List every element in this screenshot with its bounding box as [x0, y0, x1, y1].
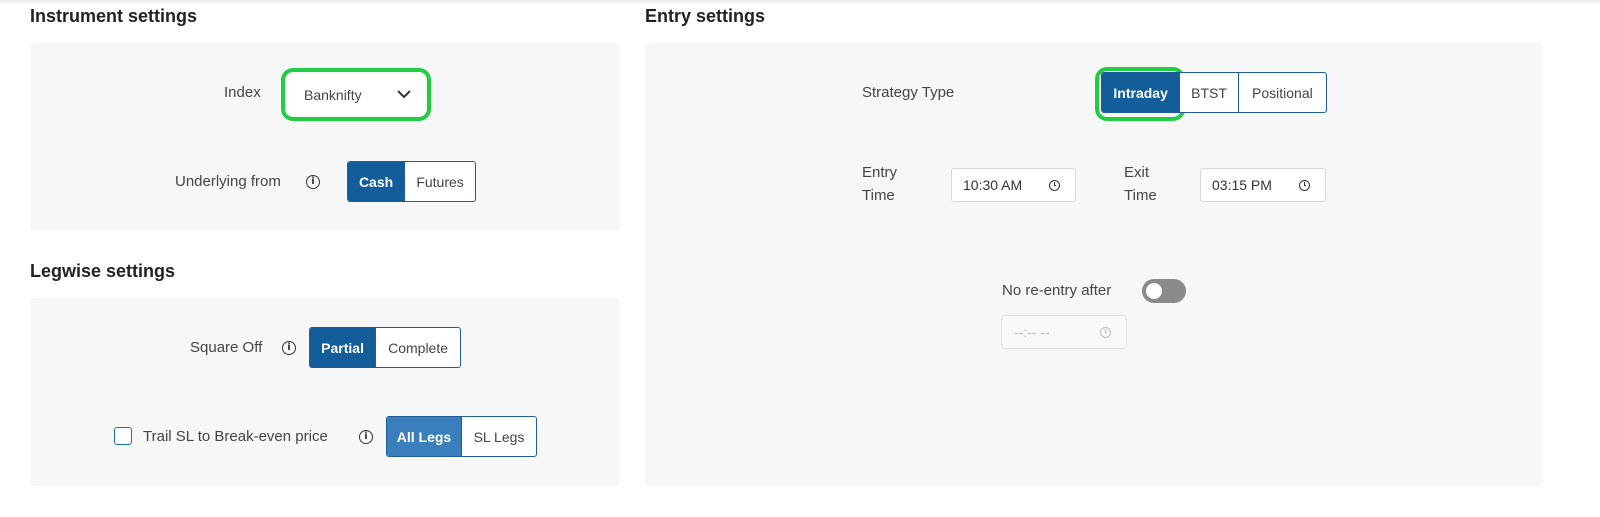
- strategy-type-label: Strategy Type: [862, 84, 955, 101]
- underlying-toggle: Cash Futures: [347, 161, 476, 202]
- strategy-option-btst[interactable]: BTST: [1179, 73, 1237, 112]
- underlying-option-cash[interactable]: Cash: [348, 162, 405, 201]
- entry-time-value: 10:30 AM: [963, 177, 1023, 193]
- no-reentry-placeholder: --:-- --: [1014, 324, 1050, 340]
- exit-time-input[interactable]: 03:15 PM: [1200, 168, 1326, 202]
- info-icon[interactable]: i: [359, 430, 373, 444]
- toggle-knob: [1146, 283, 1162, 299]
- instrument-settings-panel: Index Banknifty Underlying from i Cash F…: [30, 43, 620, 231]
- legwise-settings-panel: Square Off i Partial Complete Trail SL t…: [30, 298, 620, 486]
- exit-time-label-line1: Exit: [1124, 164, 1150, 181]
- entry-settings-title: Entry settings: [645, 6, 766, 26]
- index-select-value: Banknifty: [304, 86, 362, 103]
- no-reentry-time-input[interactable]: --:-- --: [1001, 315, 1127, 349]
- underlying-option-futures[interactable]: Futures: [404, 162, 475, 201]
- legwise-settings-title: Legwise settings: [30, 261, 176, 281]
- square-off-option-complete[interactable]: Complete: [375, 328, 460, 367]
- no-reentry-toggle[interactable]: [1142, 279, 1186, 303]
- index-label: Index: [224, 84, 261, 101]
- strategy-type-toggle: Intraday BTST Positional: [1101, 72, 1327, 113]
- trail-sl-label: Trail SL to Break-even price: [143, 428, 328, 445]
- trail-sl-checkbox[interactable]: [114, 427, 132, 445]
- exit-time-value: 03:15 PM: [1212, 177, 1272, 193]
- index-select[interactable]: Banknifty: [287, 74, 425, 115]
- square-off-option-partial[interactable]: Partial: [310, 328, 376, 367]
- strategy-option-intraday[interactable]: Intraday: [1102, 73, 1180, 112]
- info-icon[interactable]: i: [306, 175, 320, 189]
- info-icon[interactable]: i: [282, 341, 296, 355]
- strategy-option-positional[interactable]: Positional: [1237, 73, 1326, 112]
- entry-time-input[interactable]: 10:30 AM: [951, 168, 1076, 202]
- underlying-label: Underlying from: [175, 173, 281, 190]
- clock-icon[interactable]: [1100, 327, 1111, 338]
- trail-option-sl-legs[interactable]: SL Legs: [461, 417, 536, 456]
- square-off-label: Square Off: [190, 339, 263, 356]
- clock-icon[interactable]: [1049, 180, 1060, 191]
- square-off-toggle: Partial Complete: [309, 327, 461, 368]
- exit-time-label-line2: Time: [1124, 187, 1157, 204]
- entry-time-label-line1: Entry: [862, 164, 898, 181]
- entry-settings-panel: Strategy Type Intraday BTST Positional E…: [645, 43, 1543, 486]
- instrument-settings-title: Instrument settings: [30, 6, 198, 26]
- entry-time-label-line2: Time: [862, 187, 895, 204]
- no-reentry-label: No re-entry after: [1002, 282, 1112, 299]
- clock-icon[interactable]: [1299, 180, 1310, 191]
- chevron-down-icon: [397, 90, 411, 99]
- trail-sl-toggle: All Legs SL Legs: [386, 416, 537, 457]
- trail-option-all-legs[interactable]: All Legs: [387, 417, 461, 456]
- top-shadow: [0, 0, 1600, 6]
